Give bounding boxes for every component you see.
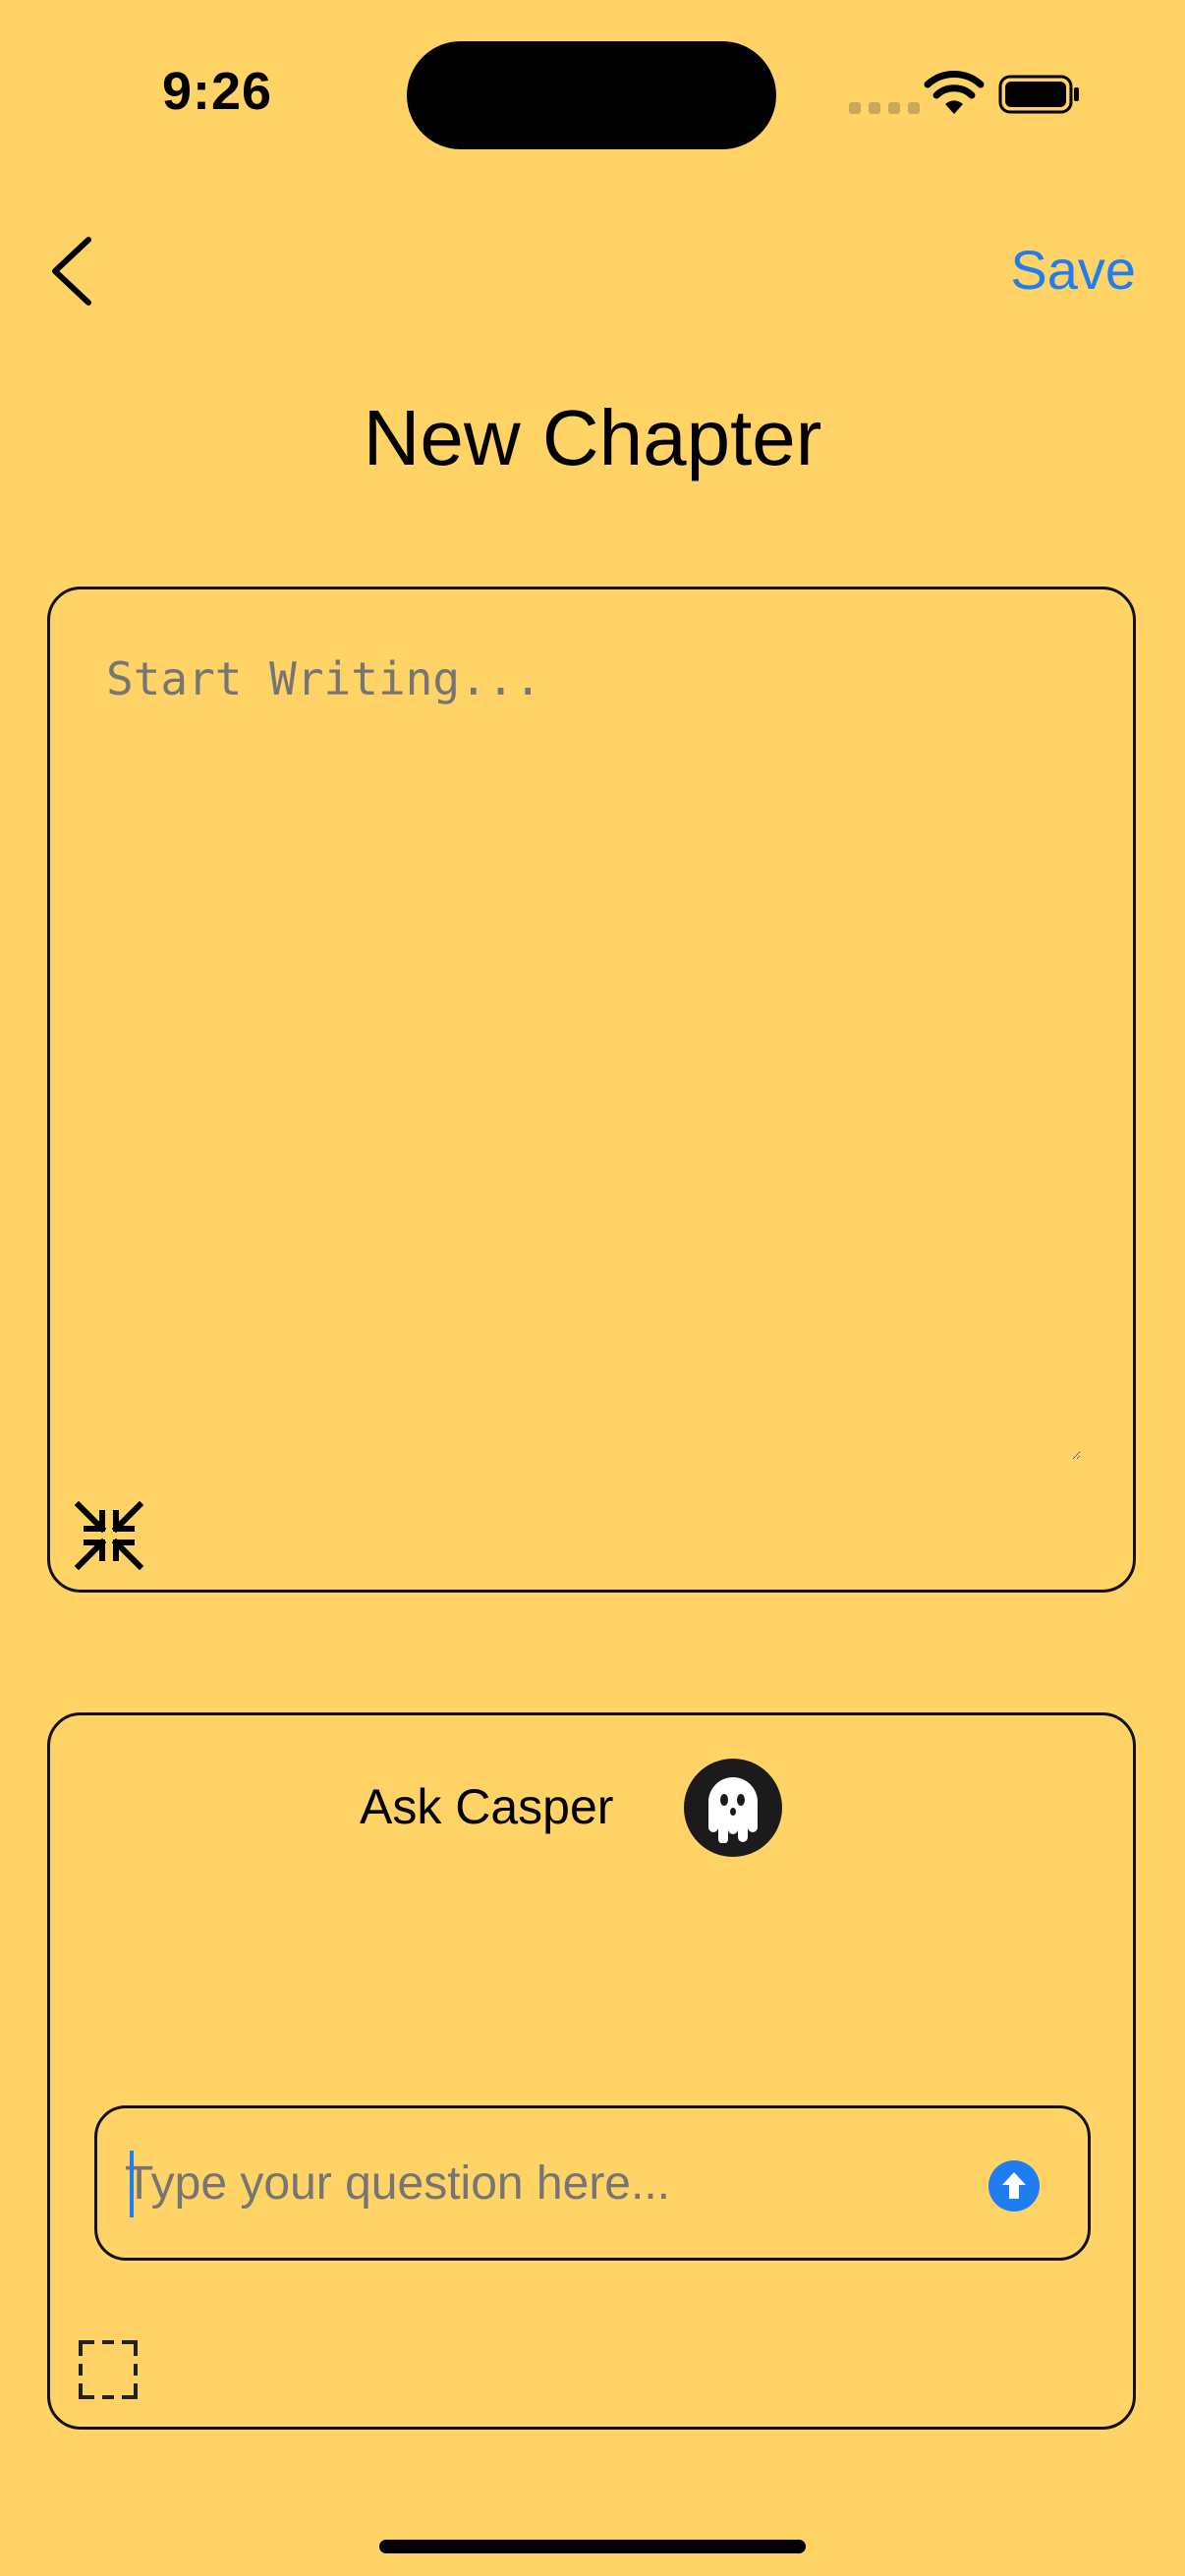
home-indicator	[379, 2540, 806, 2553]
question-field-container	[94, 2105, 1091, 2261]
arrow-up-circle-icon	[1002, 2172, 1026, 2199]
question-input[interactable]	[125, 2146, 970, 2220]
battery-icon	[998, 75, 1079, 114]
cellular-signal-icon	[849, 102, 920, 114]
chevron-left-icon	[52, 237, 91, 306]
casper-avatar	[684, 1759, 782, 1857]
wifi-icon	[924, 71, 985, 114]
ask-casper-title: Ask Casper	[360, 1779, 614, 1834]
collapse-arrows-icon	[75, 1501, 143, 1570]
expand-panel-button[interactable]	[79, 2340, 138, 2399]
send-question-button[interactable]	[988, 2160, 1040, 2212]
expand-frame-icon	[79, 2340, 138, 2399]
chapter-editor	[47, 587, 1136, 1593]
collapse-editor-button[interactable]	[75, 1501, 143, 1570]
text-cursor	[130, 2151, 134, 2217]
page-title: New Chapter	[363, 394, 822, 481]
save-button[interactable]: Save	[1010, 238, 1136, 302]
ghost-icon	[708, 1777, 758, 1843]
dynamic-island	[407, 41, 776, 149]
status-time: 9:26	[162, 62, 273, 121]
chapter-text-area[interactable]	[104, 650, 1081, 1460]
back-button[interactable]	[43, 232, 102, 310]
